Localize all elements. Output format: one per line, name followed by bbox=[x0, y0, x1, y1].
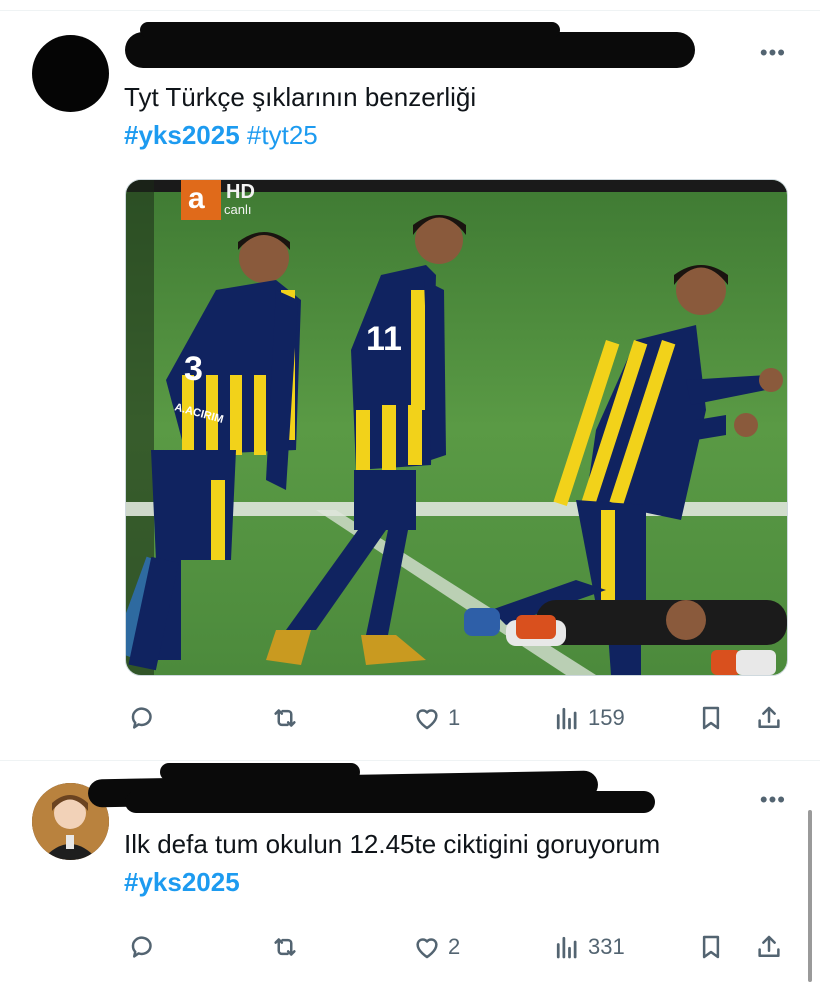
retweet-icon bbox=[274, 709, 296, 727]
reply-button[interactable] bbox=[128, 927, 158, 967]
player-number: 11 bbox=[366, 320, 402, 358]
views-button[interactable]: 331 bbox=[552, 927, 625, 967]
bookmark-icon bbox=[702, 706, 720, 730]
views-count: 159 bbox=[588, 705, 625, 730]
share-button[interactable] bbox=[754, 927, 784, 967]
channel-hd: HD bbox=[226, 181, 255, 203]
channel-logo-letter: a bbox=[188, 182, 205, 215]
football-photo: a HD canlı 3 A.ACIRIM 11 bbox=[126, 180, 787, 675]
share-icon bbox=[758, 706, 780, 728]
tweet-1[interactable]: ••• Tyt Türkçe şıklarının benzerliği #yk… bbox=[0, 0, 820, 760]
channel-logo: a HD canlı bbox=[181, 180, 255, 220]
bookmark-icon bbox=[702, 935, 720, 959]
redacted-header bbox=[160, 763, 360, 781]
channel-live: canlı bbox=[224, 202, 251, 217]
bookmark-button[interactable] bbox=[696, 698, 726, 738]
like-button[interactable]: 2 bbox=[412, 927, 460, 967]
scrollbar[interactable] bbox=[808, 810, 812, 982]
redacted-header bbox=[125, 791, 655, 813]
retweet-icon bbox=[274, 938, 296, 956]
bookmark-button[interactable] bbox=[696, 927, 726, 967]
tweet-image[interactable]: a HD canlı 3 A.ACIRIM 11 bbox=[125, 179, 788, 676]
tweet-actions: 2 331 bbox=[0, 927, 820, 967]
retweet-button[interactable] bbox=[270, 927, 300, 967]
hashtag-link[interactable]: #yks2025 bbox=[124, 120, 240, 150]
like-icon bbox=[416, 709, 438, 730]
more-icon[interactable]: ••• bbox=[760, 42, 786, 64]
views-button[interactable]: 159 bbox=[552, 698, 625, 738]
views-count: 331 bbox=[588, 934, 625, 959]
redacted-header bbox=[140, 22, 560, 38]
tweet-text: Tyt Türkçe şıklarının benzerliği bbox=[124, 82, 477, 112]
like-count: 1 bbox=[448, 705, 461, 730]
share-icon bbox=[758, 935, 780, 957]
tweet-hashtags: #yks2025 bbox=[124, 865, 240, 899]
tweet-actions: 1 159 bbox=[0, 698, 820, 738]
views-icon bbox=[556, 707, 577, 730]
player-number: 3 bbox=[184, 350, 203, 388]
views-icon bbox=[556, 936, 577, 959]
reply-icon bbox=[131, 936, 152, 958]
avatar[interactable] bbox=[32, 35, 109, 112]
tweet-2[interactable]: ••• Ilk defa tum okulun 12.45te ciktigin… bbox=[0, 761, 820, 982]
tweet-hashtags: #yks2025 #tyt25 bbox=[124, 118, 318, 152]
reply-button[interactable] bbox=[128, 698, 158, 738]
hashtag-link[interactable]: #tyt25 bbox=[247, 120, 318, 150]
like-icon bbox=[416, 938, 438, 959]
like-button[interactable]: 1 bbox=[412, 698, 460, 738]
hashtag-link[interactable]: #yks2025 bbox=[124, 867, 240, 897]
like-count: 2 bbox=[448, 934, 461, 959]
more-icon[interactable]: ••• bbox=[760, 789, 786, 811]
reply-icon bbox=[131, 707, 152, 729]
retweet-button[interactable] bbox=[270, 698, 300, 738]
tweet-text: Ilk defa tum okulun 12.45te ciktigini go… bbox=[124, 829, 661, 859]
share-button[interactable] bbox=[754, 698, 784, 738]
